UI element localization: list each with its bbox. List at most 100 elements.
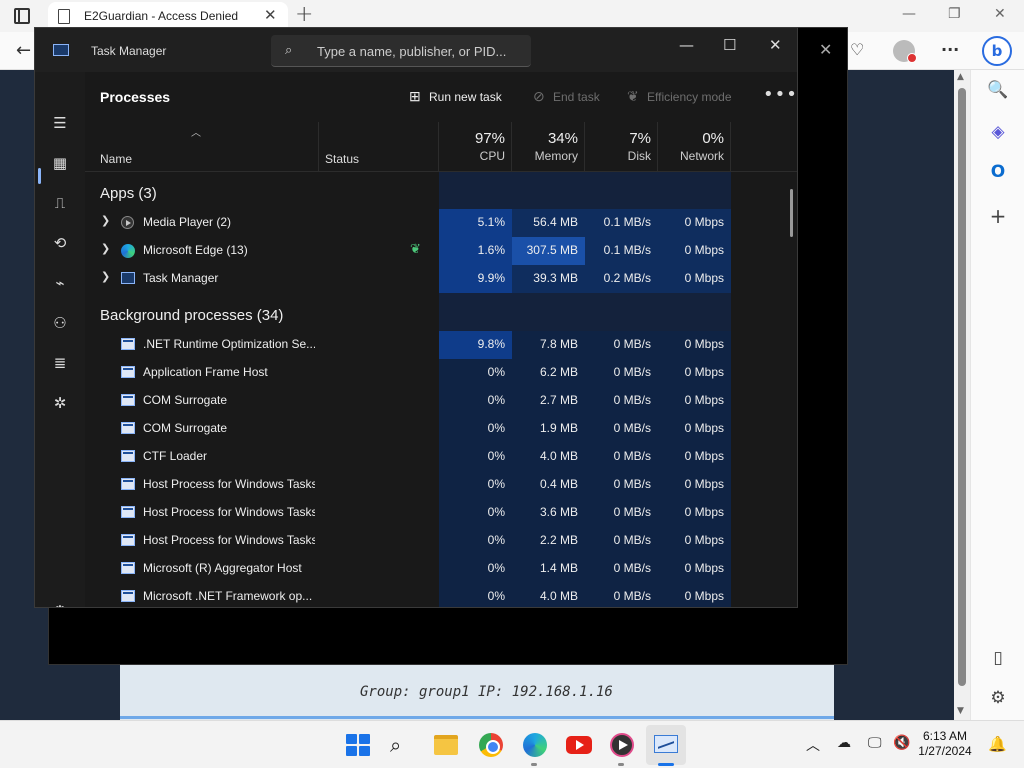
notifications-bell-icon[interactable]: 🔔 [988,735,1007,753]
sidebar-toggle-icon[interactable]: ▯ [987,648,1009,668]
profile-avatar[interactable] [893,40,917,63]
process-list-scrollbar[interactable] [790,189,793,237]
youtube-icon[interactable] [566,736,592,754]
process-row[interactable]: CTF Loader 0% 4.0 MB 0 MB/s 0 Mbps [85,443,797,471]
efficiency-mode-button[interactable]: ❦ Efficiency mode [627,88,732,105]
disk-value: 0.2 MB/s [585,265,658,293]
memory-value: 4.0 MB [512,443,585,471]
process-row-microsoft-edge[interactable]: ❯ Microsoft Edge (13) ❦ 1.6% 307.5 MB 0.… [85,237,797,265]
maximize-button[interactable]: ☐ [723,36,736,54]
tab-close-icon[interactable]: ✕ [264,6,277,24]
nav-services-icon[interactable]: ✲ [49,392,71,414]
search-input[interactable] [317,41,522,61]
process-row-media-player[interactable]: ❯ Media Player (2) 5.1% 56.4 MB 0.1 MB/s… [85,209,797,237]
network-column-header[interactable]: 0% Network [658,130,724,163]
search-icon[interactable]: 🔍 [987,80,1009,100]
memory-value: 2.7 MB [512,387,585,415]
add-sidebar-icon[interactable]: + [987,204,1009,228]
minimize-button[interactable]: — [679,36,694,54]
task-manager-taskbar-button[interactable] [646,725,686,765]
disk-column-header[interactable]: 7% Disk [585,130,651,163]
browser-restore-button[interactable]: ❐ [948,6,961,22]
browser-essentials-icon[interactable]: ♡ [850,40,864,59]
taskbar-search-icon[interactable]: ⌕ [390,733,416,757]
hamburger-menu-icon[interactable]: ☰ [49,112,71,134]
task-manager-titlebar[interactable]: Task Manager ⌕ — ☐ ✕ [35,28,797,72]
background-window-close-icon[interactable]: ✕ [819,40,832,59]
process-row-task-manager[interactable]: ❯ Task Manager 9.9% 39.3 MB 0.2 MB/s 0 M… [85,265,797,293]
expand-chevron-icon[interactable]: ❯ [101,242,110,255]
process-row[interactable]: COM Surrogate 0% 2.7 MB 0 MB/s 0 Mbps [85,387,797,415]
cpu-column-header[interactable]: 97% CPU [439,130,505,163]
nav-performance-icon[interactable]: ⎍ [49,192,71,214]
process-row[interactable]: Application Frame Host 0% 6.2 MB 0 MB/s … [85,359,797,387]
expand-chevron-icon[interactable]: ❯ [101,214,110,227]
back-arrow-icon[interactable]: ← [16,40,31,61]
browser-close-button[interactable]: ✕ [994,6,1006,22]
show-hidden-icons-chevron-icon[interactable]: ︿ [806,735,820,755]
scroll-down-icon[interactable]: ▼ [957,706,964,716]
sidebar-settings-gear-icon[interactable]: ⚙ [987,688,1009,708]
memory-value: 2.2 MB [512,527,585,555]
onedrive-cloud-icon[interactable]: ☁ [837,735,851,751]
status-column-header[interactable]: Status [325,152,359,166]
background-processes-group-header: Background processes (34) [100,307,284,324]
network-value: 0 Mbps [658,359,731,387]
task-manager-nav: ☰ ▦ ⎍ ⟲ ⌁ ⚇ ≣ ✲ ⚙ [35,72,85,607]
process-row[interactable]: COM Surrogate 0% 1.9 MB 0 MB/s 0 Mbps [85,415,797,443]
command-bar: Processes ⊞ Run new task ⊘ End task ❦ Effic… [85,72,797,122]
browser-minimize-button[interactable]: — [902,6,916,22]
chrome-icon[interactable] [479,733,503,757]
end-task-button[interactable]: ⊘ End task [533,88,600,105]
cpu-value: 5.1% [439,209,512,237]
disk-value: 0 MB/s [585,331,658,359]
nav-users-icon[interactable]: ⚇ [49,312,71,334]
task-manager-taskbar-icon [654,735,678,753]
disk-value: 0 MB/s [585,415,658,443]
nav-startup-apps-icon[interactable]: ⌁ [49,272,71,294]
process-row[interactable]: Host Process for Windows Tasks 0% 3.6 MB… [85,499,797,527]
scrollbar-thumb[interactable] [958,88,966,686]
copilot-icon[interactable]: b [982,36,1012,66]
name-column-header[interactable]: Name [100,152,132,166]
process-search[interactable]: ⌕ [271,35,531,67]
copilot-sidebar-icon[interactable]: ◈ [987,122,1009,142]
process-row[interactable]: .NET Runtime Optimization Se... 9.8% 7.8… [85,331,797,359]
process-row[interactable]: Microsoft (R) Aggregator Host 0% 1.4 MB … [85,555,797,583]
process-row[interactable]: Microsoft .NET Framework op... 0% 4.0 MB… [85,583,797,607]
network-icon[interactable]: 🖵 [868,735,882,751]
nav-settings-gear-icon[interactable]: ⚙ [49,600,71,607]
start-button-windows-icon[interactable] [346,734,370,756]
memory-value: 7.8 MB [512,331,585,359]
media-player-taskbar-icon[interactable] [610,733,634,757]
nav-details-icon[interactable]: ≣ [49,352,71,374]
process-row[interactable]: Host Process for Windows Tasks 0% 0.4 MB… [85,471,797,499]
system-clock[interactable]: 6:13 AM 1/27/2024 [910,729,980,759]
close-button[interactable]: ✕ [769,36,782,54]
process-name: Host Process for Windows Tasks [143,505,315,519]
cpu-value: 0% [439,499,512,527]
file-explorer-icon[interactable] [434,735,458,755]
process-name: COM Surrogate [143,421,228,435]
task-manager-icon [121,272,135,284]
run-new-task-button[interactable]: ⊞ Run new task [409,88,502,105]
media-player-icon [121,216,134,229]
disk-value: 0 MB/s [585,527,658,555]
cpu-value: 0% [439,415,512,443]
new-tab-button[interactable]: + [295,2,313,27]
process-row[interactable]: Host Process for Windows Tasks 0% 2.2 MB… [85,527,797,555]
tab-actions-icon[interactable] [14,8,30,24]
nav-app-history-icon[interactable]: ⟲ [49,232,71,254]
expand-chevron-icon[interactable]: ❯ [101,270,110,283]
settings-more-icon[interactable]: ··· [941,40,959,59]
outlook-icon[interactable]: O [987,162,1009,182]
scroll-up-icon[interactable]: ▲ [957,72,964,82]
nav-processes-icon[interactable]: ▦ [49,152,71,174]
memory-column-header[interactable]: 34% Memory [512,130,578,163]
volume-muted-icon[interactable]: 🔇 [893,735,910,751]
edge-taskbar-icon[interactable] [523,733,547,757]
page-icon [58,9,70,24]
cpu-value: 0% [439,359,512,387]
page-scrollbar[interactable]: ▲ ▼ [954,70,970,720]
more-options-button[interactable]: ••• [763,84,797,105]
